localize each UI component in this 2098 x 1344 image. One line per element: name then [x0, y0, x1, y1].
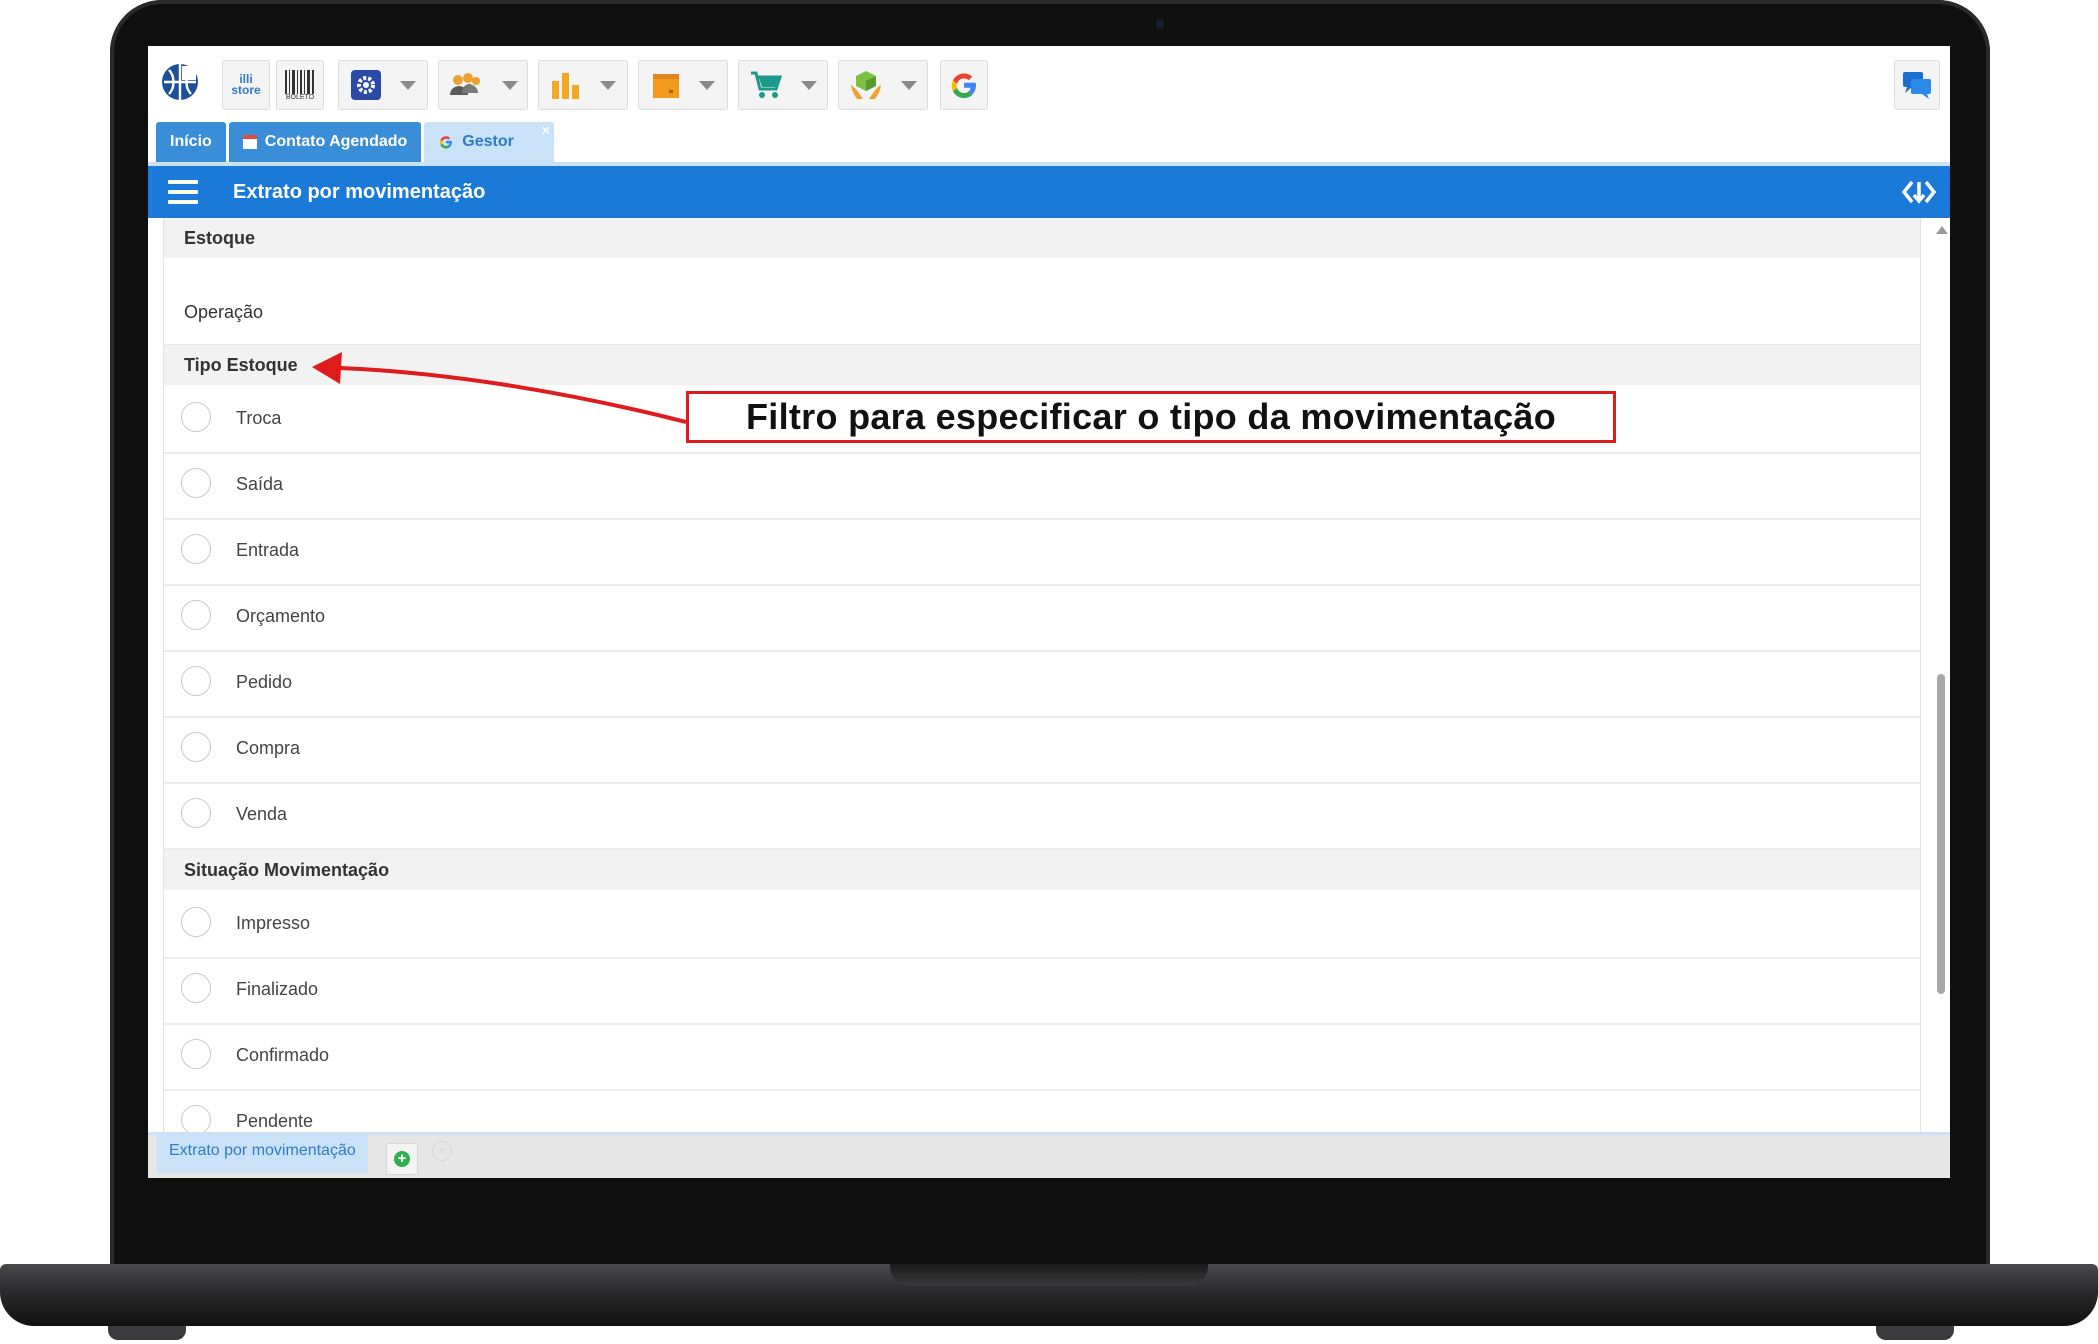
bar-chart-icon — [552, 73, 579, 99]
operacao-field[interactable]: Operação — [164, 258, 1920, 345]
radio-row-entrada[interactable]: Entrada — [164, 518, 1920, 586]
tab-label: Gestor — [462, 133, 514, 150]
google-icon — [951, 73, 976, 98]
page-header: Extrato por movimentação — [148, 166, 1950, 218]
illi-store-button[interactable]: illi store — [222, 60, 270, 110]
chat-button[interactable] — [1894, 60, 1940, 110]
radio-label: Pendente — [236, 1111, 314, 1131]
radio-button[interactable] — [181, 798, 211, 828]
users-menu-button[interactable] — [438, 60, 528, 110]
bottom-tab-extrato[interactable]: Extrato por movimentação — [157, 1135, 368, 1173]
tab-inicio[interactable]: Início — [156, 122, 226, 162]
radio-label: Venda — [236, 804, 288, 824]
close-icon[interactable]: × — [542, 122, 550, 138]
app-screen: illi store BOLETO Início Contato Agendad… — [148, 46, 1950, 1178]
hands-cube-icon — [851, 71, 881, 99]
tab-gestor[interactable]: Gestor × — [424, 122, 554, 162]
scroll-up-icon[interactable] — [1936, 226, 1948, 234]
radio-label: Impresso — [236, 913, 311, 933]
google-button[interactable] — [940, 60, 988, 110]
tab-label: Contato Agendado — [264, 133, 408, 150]
illi-store-icon: illi store — [231, 72, 261, 97]
sales-menu-button[interactable] — [738, 60, 828, 110]
tab-label: Início — [170, 133, 212, 150]
tab-contato-agendado[interactable]: Contato Agendado — [228, 122, 422, 162]
radio-label: Pedido — [236, 672, 293, 692]
radio-row-saida[interactable]: Saída — [164, 452, 1920, 520]
barcode-icon — [285, 69, 314, 94]
box-icon — [653, 74, 679, 98]
operacao-label: Operação — [184, 302, 264, 322]
laptop-notch — [890, 1264, 1208, 1286]
radio-row-orcamento[interactable]: Orçamento — [164, 584, 1920, 652]
radio-button[interactable] — [181, 907, 211, 937]
calendar-icon — [242, 135, 257, 149]
radio-button[interactable] — [181, 1039, 211, 1069]
radio-button[interactable] — [181, 973, 211, 1003]
chevron-down-icon — [502, 80, 518, 90]
radio-row-confirmado[interactable]: Confirmado — [164, 1023, 1920, 1091]
section-title-situacao: Situação Movimentação — [164, 850, 1920, 890]
scroll-thumb[interactable] — [1937, 674, 1945, 994]
users-icon — [450, 73, 480, 95]
radio-label: Compra — [236, 738, 301, 758]
radio-label: Entrada — [236, 540, 300, 560]
plus-icon: + — [394, 1151, 410, 1167]
radio-label: Confirmado — [236, 1045, 330, 1065]
radio-label: Saída — [236, 474, 284, 494]
tab-strip: Início Contato Agendado Gestor × — [156, 122, 557, 162]
section-title-tipo-estoque: Tipo Estoque — [164, 345, 1920, 385]
top-toolbar: illi store BOLETO — [148, 46, 1950, 116]
chevron-down-icon — [400, 80, 416, 90]
radio-button[interactable] — [181, 534, 211, 564]
radio-button[interactable] — [181, 402, 211, 432]
settings-menu-button[interactable] — [338, 60, 428, 110]
chat-icon — [1903, 72, 1931, 99]
radio-button[interactable] — [181, 600, 211, 630]
products-menu-button[interactable] — [638, 60, 728, 110]
menu-icon[interactable] — [168, 180, 198, 204]
radio-button[interactable] — [181, 468, 211, 498]
boleto-button[interactable]: BOLETO — [276, 60, 324, 110]
vertical-scrollbar[interactable] — [1934, 220, 1950, 1178]
radio-label: Finalizado — [236, 979, 319, 999]
radio-row-finalizado[interactable]: Finalizado — [164, 957, 1920, 1025]
cart-icon — [751, 71, 783, 98]
page-title: Extrato por movimentação — [233, 181, 486, 203]
radio-row-impresso[interactable]: Impresso — [164, 891, 1920, 959]
settings-icon — [351, 70, 381, 100]
radio-button[interactable] — [181, 732, 211, 762]
add-window-button[interactable]: + — [386, 1143, 418, 1175]
stock-menu-button[interactable] — [838, 60, 928, 110]
chevron-down-icon — [600, 80, 616, 90]
bottom-window-bar: Extrato por movimentação + × — [148, 1132, 1950, 1178]
section-title-estoque: Estoque — [164, 218, 1920, 258]
radio-row-venda[interactable]: Venda — [164, 782, 1920, 850]
filter-panel: Estoque Operação Tipo Estoque Troca Saíd… — [163, 218, 1921, 1178]
radio-button[interactable] — [181, 1105, 211, 1135]
boleto-label: BOLETO — [285, 93, 315, 101]
radio-label: Orçamento — [236, 606, 326, 626]
chevron-down-icon — [801, 80, 817, 90]
chevron-down-icon — [699, 80, 715, 90]
annotation-callout: Filtro para especificar o tipo da movime… — [686, 391, 1616, 443]
laptop-foot-right — [1876, 1326, 1954, 1340]
globe-logo-icon[interactable] — [160, 62, 200, 102]
laptop-foot-left — [108, 1326, 186, 1340]
radio-row-pedido[interactable]: Pedido — [164, 650, 1920, 718]
code-expand-icon[interactable] — [1902, 176, 1936, 208]
google-icon — [440, 136, 453, 149]
reports-menu-button[interactable] — [538, 60, 628, 110]
radio-label: Troca — [236, 408, 282, 428]
radio-button[interactable] — [181, 666, 211, 696]
chevron-down-icon — [901, 80, 917, 90]
close-icon[interactable]: × — [432, 1141, 452, 1161]
radio-row-compra[interactable]: Compra — [164, 716, 1920, 784]
camera-icon — [1156, 20, 1164, 28]
